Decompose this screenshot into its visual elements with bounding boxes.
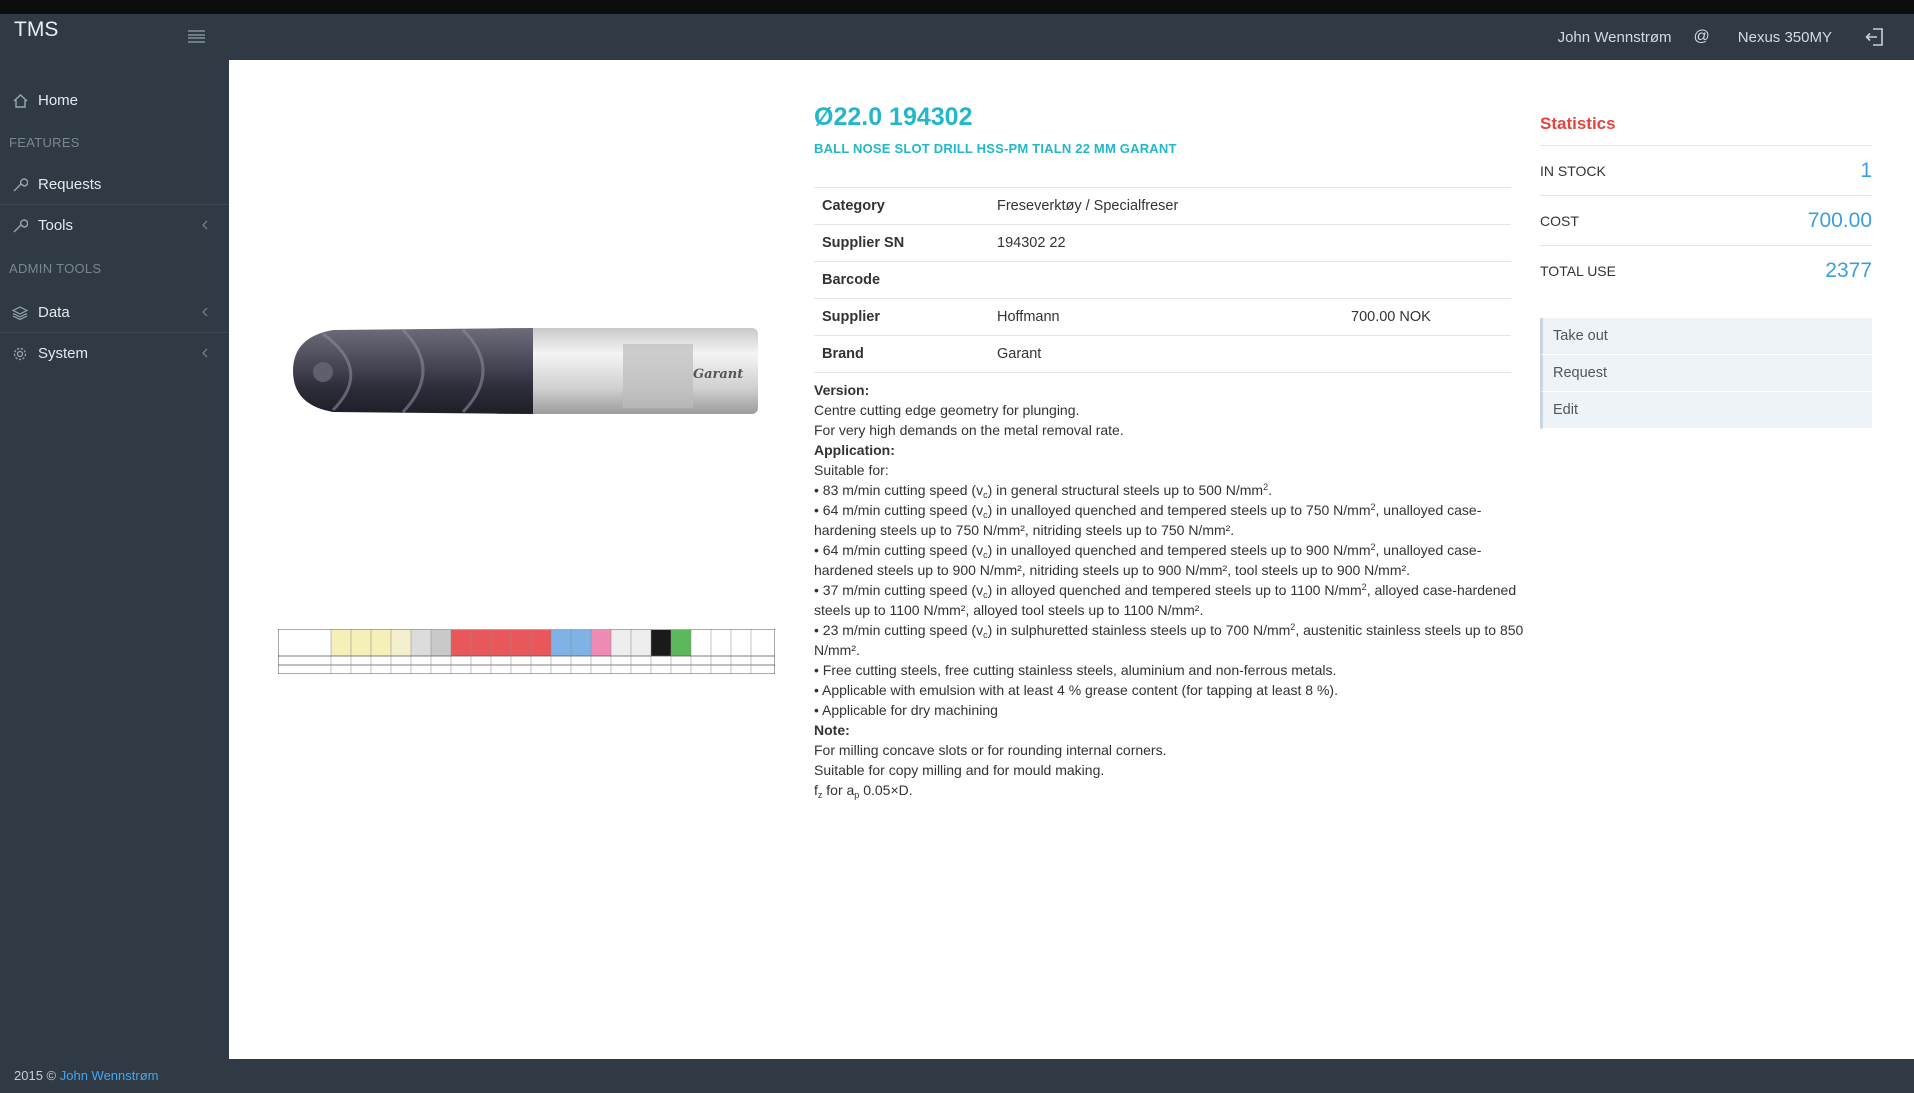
sidebar-item-label: Home (38, 92, 79, 109)
speed-bullet: • 83 m/min cutting speed (vc) in general… (814, 482, 1272, 500)
detail-extra (1343, 188, 1511, 225)
speed-bullet: • 64 m/min cutting speed (vc) in unalloy… (814, 502, 1482, 538)
stat-value: 700.00 (1807, 208, 1872, 232)
detail-row: Category Freseverktøy / Specialfreser (814, 187, 1511, 225)
stat-value: 2377 (1825, 258, 1872, 282)
detail-row: Supplier SN 194302 22 (814, 224, 1511, 262)
stat-in-stock: IN STOCK 1 (1540, 145, 1872, 195)
home-icon (11, 92, 29, 110)
menu-toggle-icon[interactable] (188, 30, 205, 43)
detail-value (989, 262, 1343, 299)
user-area: John Wennstrøm @ Nexus 350MY (1558, 14, 1914, 60)
stat-value: 1 (1860, 158, 1872, 182)
copyright-text: 2015 © (14, 1068, 60, 1083)
sidebar-item-home[interactable]: Home (0, 80, 229, 121)
wrench-icon (11, 176, 29, 194)
app-brand[interactable]: TMS (14, 18, 58, 42)
stat-label: TOTAL USE (1540, 262, 1616, 279)
detail-label: Barcode (822, 272, 881, 288)
version-line: Centre cutting edge geometry for plungin… (814, 402, 1080, 418)
sidebar: Home FEATURES Requests Tools ADMIN TOOLS… (0, 60, 229, 1059)
product-subtitle: BALL NOSE SLOT DRILL HSS-PM TIALN 22 MM … (814, 141, 1177, 156)
sidebar-item-label: Data (38, 304, 70, 321)
user-name[interactable]: John Wennstrøm (1558, 29, 1672, 46)
plain-bullet: • Free cutting steels, free cutting stai… (814, 662, 1337, 678)
actions-list: Take out Request Edit (1540, 318, 1872, 429)
note-heading: Note: (814, 722, 850, 738)
brand-logo-text: Garant (693, 367, 743, 382)
plain-bullet: • Applicable with emulsion with at least… (814, 682, 1338, 698)
wrench-icon (11, 217, 29, 235)
detail-extra (1343, 262, 1511, 299)
take-out-button[interactable]: Take out (1540, 318, 1872, 355)
sidebar-item-tools[interactable]: Tools (0, 205, 229, 246)
product-details-table: Category Freseverktøy / Specialfreser Supp… (814, 187, 1511, 373)
note-line: Suitable for copy milling and for mould … (814, 762, 1105, 778)
detail-label: Brand (822, 346, 864, 362)
chevron-left-icon (202, 348, 208, 358)
chevron-left-icon (202, 220, 208, 230)
sidebar-item-data[interactable]: Data (0, 292, 229, 333)
product-image: Garant (293, 328, 758, 414)
gear-icon (11, 345, 29, 363)
edit-button[interactable]: Edit (1540, 392, 1872, 429)
detail-row: Supplier Hoffmann 700.00 NOK (814, 298, 1511, 336)
sidebar-item-label: Tools (38, 217, 74, 234)
detail-value: Hoffmann (997, 309, 1060, 325)
window-top-strip (0, 0, 1914, 14)
detail-label: Supplier (822, 309, 881, 325)
stat-label: COST (1540, 212, 1579, 229)
product-title: Ø22.0 194302 (814, 103, 973, 131)
sidebar-item-system[interactable]: System (0, 333, 229, 374)
speed-bullet: • 64 m/min cutting speed (vc) in unalloy… (814, 542, 1482, 578)
layers-icon (11, 304, 29, 322)
note-line: For milling concave slots or for roundin… (814, 742, 1167, 758)
detail-extra: 700.00 NOK (1351, 309, 1431, 325)
sidebar-item-label: Requests (38, 176, 102, 193)
sidebar-item-label: System (38, 345, 89, 362)
detail-label: Category (822, 198, 885, 214)
request-button[interactable]: Request (1540, 355, 1872, 392)
author-link[interactable]: John Wennstrøm (60, 1068, 159, 1083)
sidebar-item-requests[interactable]: Requests (0, 164, 229, 205)
version-line: For very high demands on the metal remov… (814, 422, 1124, 438)
version-heading: Version: (814, 382, 870, 398)
stat-label: IN STOCK (1540, 162, 1606, 179)
detail-value: Freseverktøy / Specialfreser (997, 198, 1179, 214)
product-description: Version: Centre cutting edge geometry fo… (814, 380, 1524, 800)
statistics-title: Statistics (1540, 114, 1616, 133)
plain-bullet: • Applicable for dry machining (814, 702, 998, 718)
detail-row: Brand Garant (814, 335, 1511, 373)
sidebar-header-features: FEATURES (9, 135, 80, 150)
at-symbol: @ (1693, 28, 1710, 45)
detail-extra (1343, 225, 1511, 262)
feed-note: fz for ap 0.05×D. (814, 782, 913, 800)
stat-cost: COST 700.00 (1540, 195, 1872, 245)
sidebar-header-admin: ADMIN TOOLS (9, 261, 102, 276)
main-content: Garant Ø22.0 194302 BALL NOSE SLOT DRILL… (229, 60, 1914, 1059)
logout-icon[interactable] (1864, 26, 1886, 48)
speed-bullet: • 37 m/min cutting speed (vc) in alloyed… (814, 582, 1517, 618)
detail-row: Barcode (814, 261, 1511, 299)
detail-label: Supplier SN (822, 235, 905, 251)
chevron-left-icon (202, 307, 208, 317)
top-navbar: TMS John Wennstrøm @ Nexus 350MY (0, 14, 1914, 60)
speed-bullet: • 23 m/min cutting speed (vc) in sulphur… (814, 622, 1524, 658)
detail-extra (1343, 336, 1511, 373)
material-suitability-chart (278, 629, 775, 674)
detail-value: 194302 22 (997, 235, 1066, 251)
footer: 2015 © John Wennstrøm (0, 1059, 1914, 1093)
machine-name[interactable]: Nexus 350MY (1738, 29, 1832, 46)
stat-total-use: TOTAL USE 2377 (1540, 245, 1872, 295)
suitable-for-label: Suitable for: (814, 462, 889, 478)
detail-value: Garant (997, 346, 1042, 362)
application-heading: Application: (814, 442, 895, 458)
